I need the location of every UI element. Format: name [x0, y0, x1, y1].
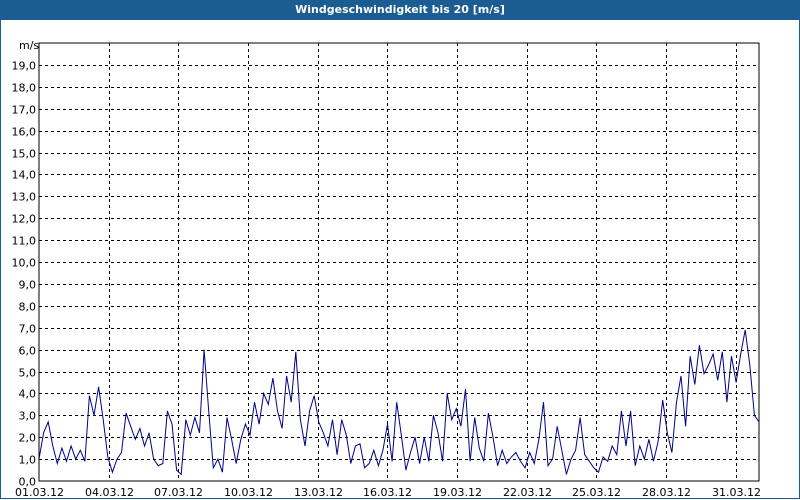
x-tick-label: 25.03.12 [572, 486, 621, 499]
y-tick-label: 4,0 [19, 388, 37, 401]
chart-title: Windgeschwindigkeit bis 20 [m/s] [295, 3, 505, 16]
y-tick-label: 12,0 [12, 213, 37, 226]
y-tick-label: 17,0 [12, 104, 37, 117]
y-tick-label: 3,0 [19, 410, 37, 423]
y-tick-label: 18,0 [12, 82, 37, 95]
x-axis-ticks: 01.03.12 04.03.12 07.03.12 10.03.12 13.03.12… [15, 486, 761, 499]
y-tick-label: 1,0 [19, 454, 37, 467]
x-tick-label: 04.03.12 [85, 486, 134, 499]
y-tick-label: 7,0 [19, 323, 37, 336]
y-tick-label: 9,0 [19, 279, 37, 292]
y-tick-label: 19,0 [12, 60, 37, 73]
x-tick-label: 31.03.12 [712, 486, 761, 499]
window-titlebar: Windgeschwindigkeit bis 20 [m/s] [0, 0, 800, 20]
x-tick-label: 28.03.12 [642, 486, 691, 499]
x-tick-label: 07.03.12 [154, 486, 203, 499]
chart-window: Windgeschwindigkeit bis 20 [m/s] 0,0 1,0 2… [0, 0, 800, 500]
series-line-wind-speed [38, 329, 760, 476]
y-tick-label: 2,0 [19, 432, 37, 445]
x-tick-label: 19.03.12 [433, 486, 482, 499]
x-tick-label: 13.03.12 [294, 486, 343, 499]
wind-speed-chart: 0,01,02,03,04,05,06,07,08,09,010,011,012… [12, 39, 761, 499]
y-tick-label: 14,0 [12, 169, 37, 182]
y-tick-label: 15,0 [12, 148, 37, 161]
x-tick-label: 01.03.12 [15, 486, 64, 499]
y-tick-label: 11,0 [12, 235, 37, 248]
y-tick-label: 10,0 [12, 257, 37, 270]
y-axis-unit-label: m/s [19, 39, 39, 52]
y-tick-label: 13,0 [12, 191, 37, 204]
y-axis-ticks: 0,01,02,03,04,05,06,07,08,09,010,011,012… [12, 60, 37, 489]
x-tick-label: 16.03.12 [363, 486, 412, 499]
x-tick-label: 10.03.12 [224, 486, 273, 499]
y-tick-label: 16,0 [12, 126, 37, 139]
y-tick-label: 5,0 [19, 367, 37, 380]
y-tick-label: 6,0 [19, 345, 37, 358]
y-tick-label: 8,0 [19, 301, 37, 314]
x-tick-label: 22.03.12 [503, 486, 552, 499]
